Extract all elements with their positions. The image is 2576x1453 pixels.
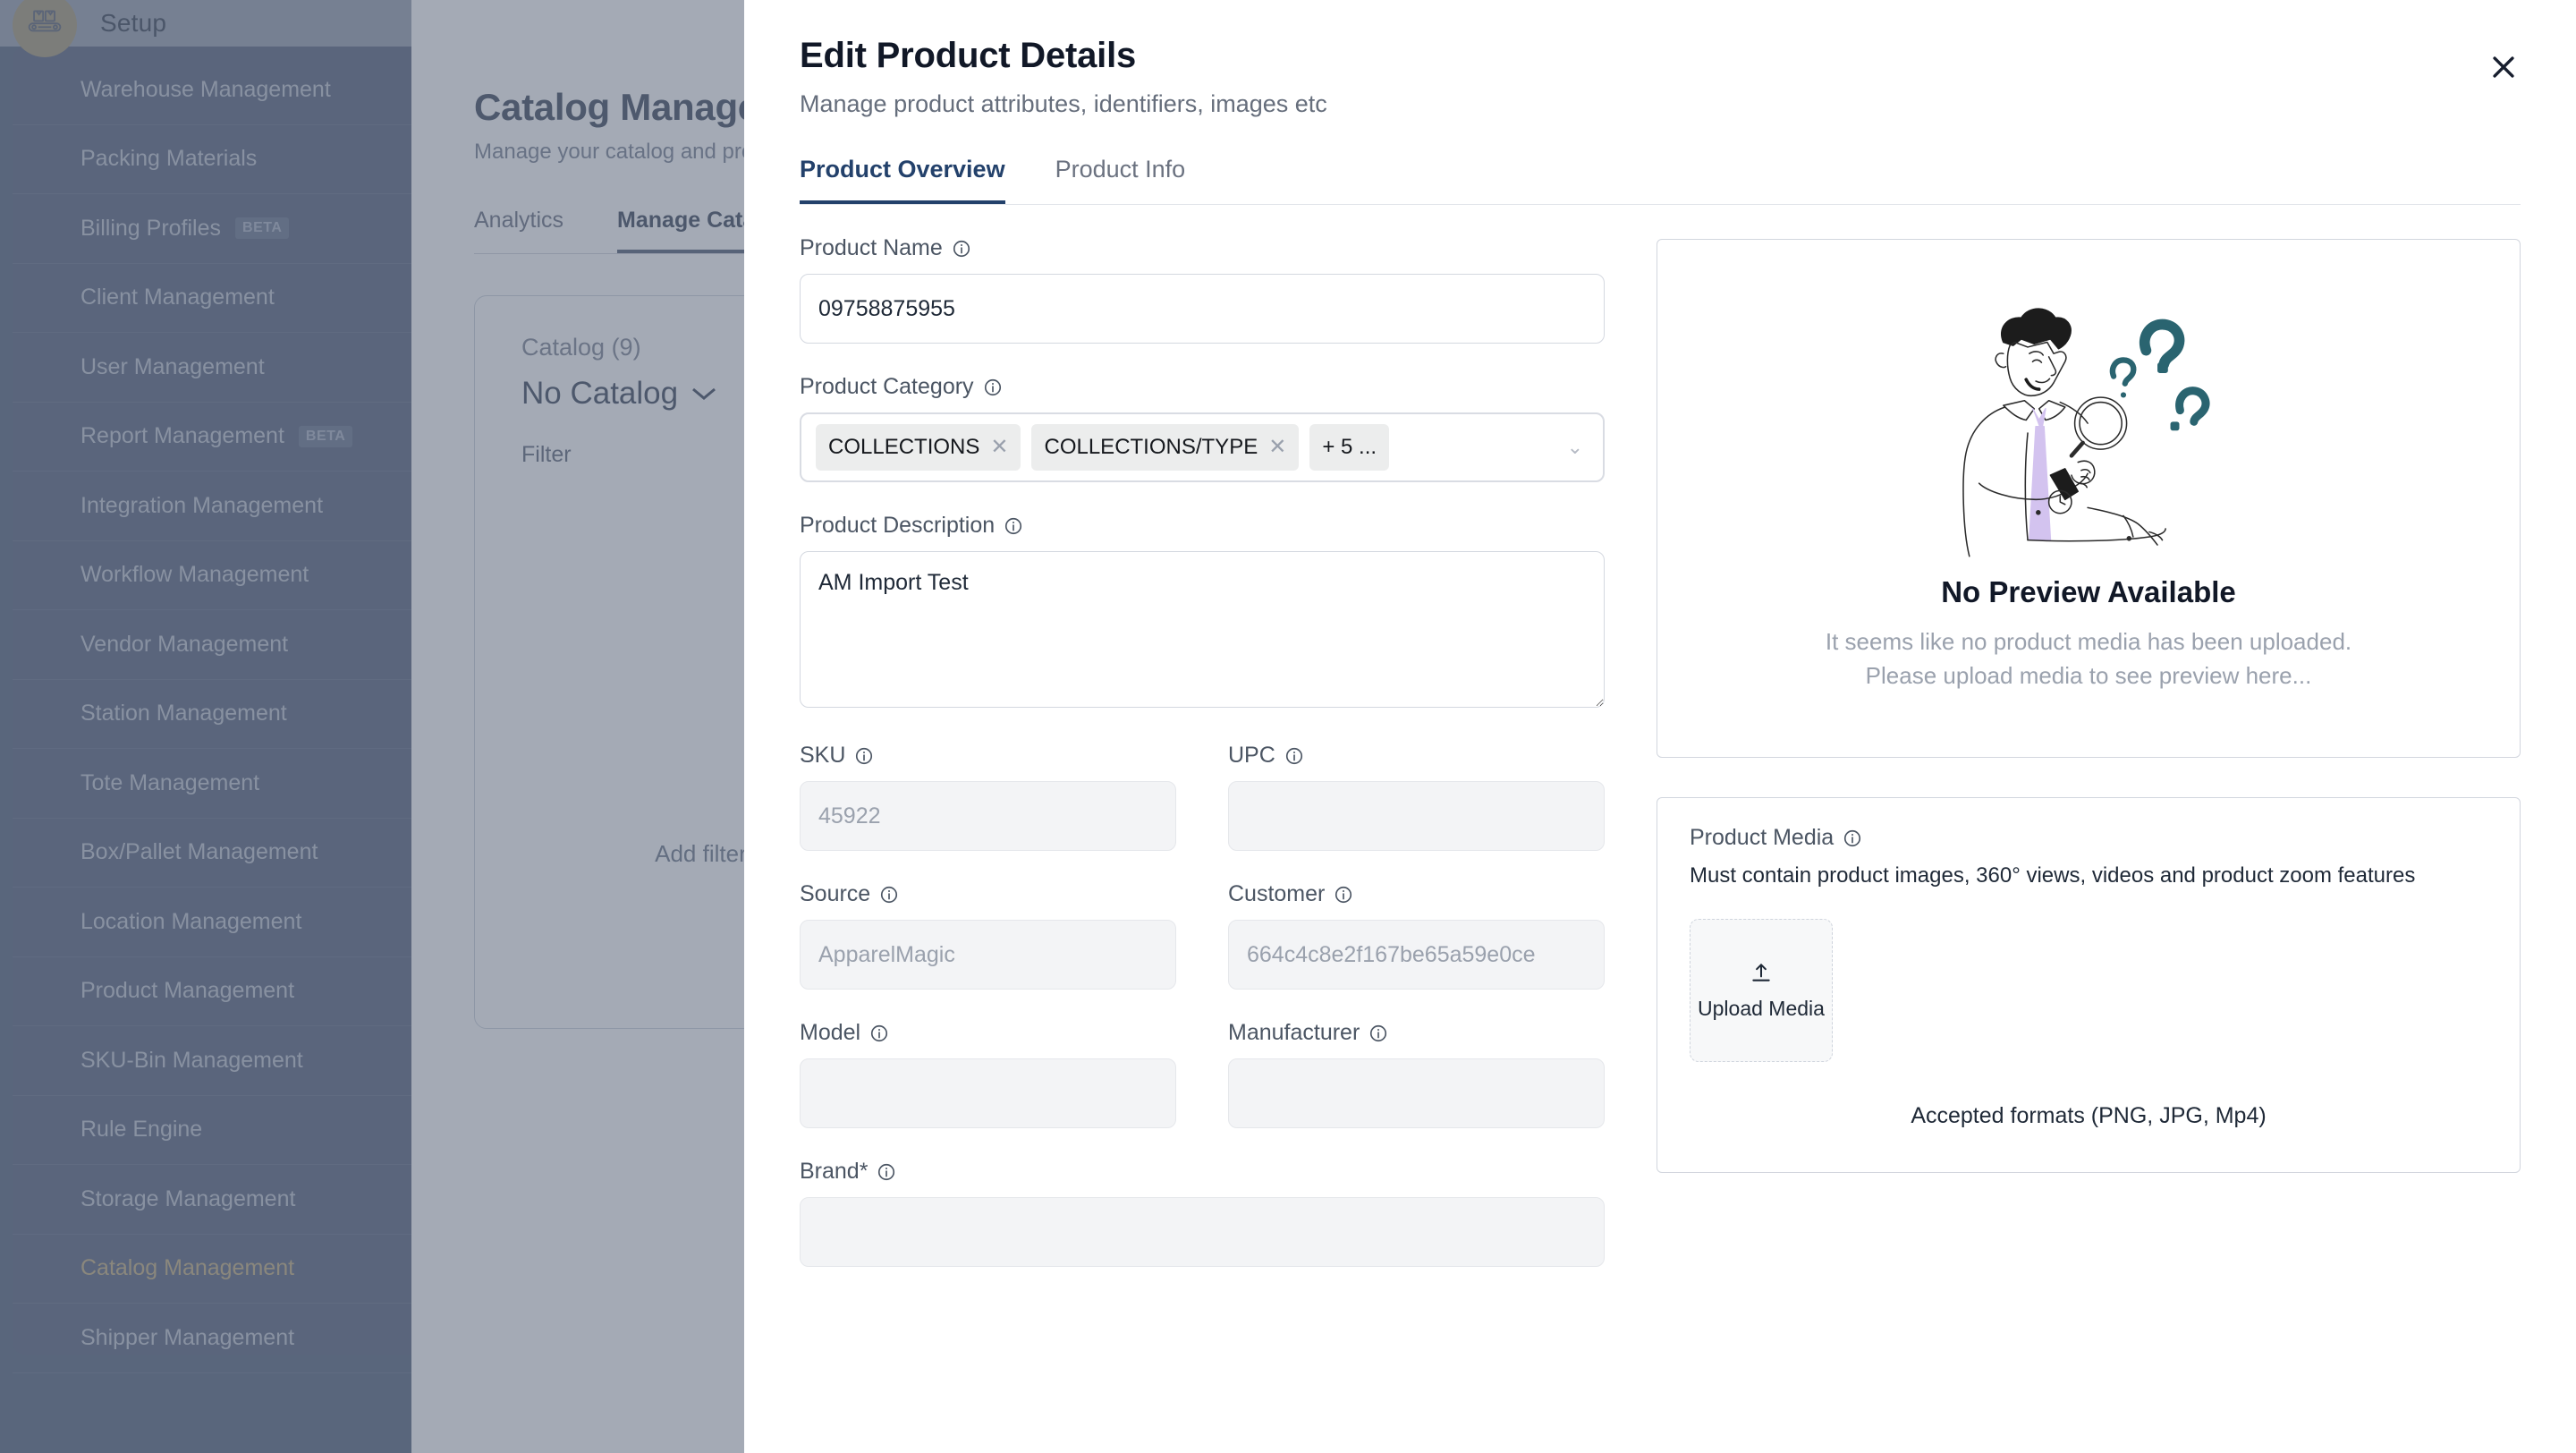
- info-icon[interactable]: [1004, 516, 1023, 536]
- customer-input[interactable]: [1228, 920, 1605, 990]
- source-input[interactable]: [800, 920, 1176, 990]
- product-category-multiselect[interactable]: COLLECTIONS ✕ COLLECTIONS/TYPE ✕ + 5 ...…: [800, 412, 1605, 482]
- product-preview-card: No Preview Available It seems like no pr…: [1657, 239, 2521, 758]
- category-chip-label: COLLECTIONS/TYPE: [1044, 435, 1258, 459]
- info-icon[interactable]: [952, 239, 971, 259]
- chevron-down-icon[interactable]: ⌄: [1567, 436, 1583, 459]
- upc-input[interactable]: [1228, 781, 1605, 851]
- label-manufacturer: Manufacturer: [1228, 1020, 1605, 1046]
- field-manufacturer: Manufacturer: [1228, 1020, 1605, 1128]
- info-icon[interactable]: [1843, 828, 1862, 848]
- field-model: Model: [800, 1020, 1176, 1128]
- field-brand: Brand*: [800, 1159, 1605, 1267]
- upload-media-label: Upload Media: [1698, 996, 1825, 1020]
- tab-product-overview[interactable]: Product Overview: [800, 156, 1005, 204]
- label-customer: Customer: [1228, 881, 1605, 907]
- row-source-customer: Source Customer: [800, 881, 1605, 1020]
- category-chip[interactable]: COLLECTIONS ✕: [816, 424, 1021, 471]
- customer-label-text: Customer: [1228, 881, 1326, 906]
- product-media-card: Product Media Must contain product image…: [1657, 797, 2521, 1173]
- upc-label-text: UPC: [1228, 743, 1275, 768]
- field-upc: UPC: [1228, 743, 1605, 851]
- source-label-text: Source: [800, 881, 871, 906]
- category-chip[interactable]: COLLECTIONS/TYPE ✕: [1031, 424, 1300, 471]
- brand-label-text: Brand*: [800, 1159, 869, 1184]
- row-model-manufacturer: Model Manufacturer: [800, 1020, 1605, 1159]
- label-product-description: Product Description: [800, 513, 1605, 539]
- product-category-label-text: Product Category: [800, 374, 974, 399]
- row-sku-upc: SKU UPC: [800, 743, 1605, 881]
- field-product-category: Product Category COLLECTIONS ✕ COLLECTIO…: [800, 374, 1605, 482]
- no-preview-title: No Preview Available: [1941, 575, 2236, 609]
- remove-chip-icon[interactable]: ✕: [1268, 437, 1286, 458]
- field-product-name: Product Name: [800, 235, 1605, 344]
- manufacturer-input[interactable]: [1228, 1058, 1605, 1128]
- brand-input[interactable]: [800, 1197, 1605, 1267]
- field-sku: SKU: [800, 743, 1176, 851]
- label-product-name: Product Name: [800, 235, 1605, 261]
- field-product-description: Product Description: [800, 513, 1605, 712]
- model-input[interactable]: [800, 1058, 1176, 1128]
- modal-tabs: Product Overview Product Info: [800, 156, 2521, 205]
- category-chip-label: COLLECTIONS: [828, 435, 980, 459]
- info-icon[interactable]: [877, 1162, 896, 1182]
- category-overflow-chip[interactable]: + 5 ...: [1309, 424, 1390, 471]
- preview-column: No Preview Available It seems like no pr…: [1657, 235, 2521, 1297]
- info-icon[interactable]: [1334, 885, 1353, 905]
- info-icon[interactable]: [854, 746, 874, 766]
- sku-label-text: SKU: [800, 743, 846, 768]
- field-customer: Customer: [1228, 881, 1605, 990]
- modal-title: Edit Product Details: [800, 36, 1137, 75]
- model-label-text: Model: [800, 1020, 861, 1045]
- upload-media-button[interactable]: Upload Media: [1690, 919, 1833, 1062]
- upload-icon: [1752, 963, 1770, 981]
- product-media-hint: Must contain product images, 360° views,…: [1690, 863, 2416, 888]
- manufacturer-label-text: Manufacturer: [1228, 1020, 1360, 1045]
- label-sku: SKU: [800, 743, 1176, 769]
- info-icon[interactable]: [1284, 746, 1304, 766]
- remove-chip-icon[interactable]: ✕: [990, 437, 1008, 458]
- close-icon[interactable]: [2483, 47, 2524, 88]
- product-media-label-text: Product Media: [1690, 825, 1835, 850]
- sku-input[interactable]: [800, 781, 1176, 851]
- man-with-magnifying-glass-illustration: [1962, 308, 2210, 557]
- product-name-label-text: Product Name: [800, 235, 943, 260]
- accepted-formats: Accepted formats (PNG, JPG, Mp4): [1911, 1103, 2267, 1128]
- info-icon[interactable]: [869, 1024, 889, 1043]
- no-preview-description: It seems like no product media has been …: [1825, 628, 2352, 689]
- product-name-input[interactable]: [800, 274, 1605, 344]
- product-description-textarea[interactable]: [800, 551, 1605, 708]
- label-model: Model: [800, 1020, 1176, 1046]
- info-icon[interactable]: [879, 885, 899, 905]
- edit-product-details-modal: Edit Product Details Manage product attr…: [744, 0, 2576, 1453]
- product-form: Product Name Product Category: [800, 235, 1605, 1297]
- label-source: Source: [800, 881, 1176, 907]
- tab-product-info[interactable]: Product Info: [1055, 156, 1186, 204]
- label-product-media: Product Media: [1690, 825, 2487, 851]
- label-upc: UPC: [1228, 743, 1605, 769]
- label-product-category: Product Category: [800, 374, 1605, 400]
- modal-subtitle: Manage product attributes, identifiers, …: [800, 90, 1327, 117]
- field-source: Source: [800, 881, 1176, 990]
- label-brand: Brand*: [800, 1159, 1605, 1185]
- modal-body: Product Name Product Category: [800, 235, 2521, 1297]
- info-icon[interactable]: [983, 378, 1003, 397]
- product-description-label-text: Product Description: [800, 513, 996, 538]
- info-icon[interactable]: [1368, 1024, 1388, 1043]
